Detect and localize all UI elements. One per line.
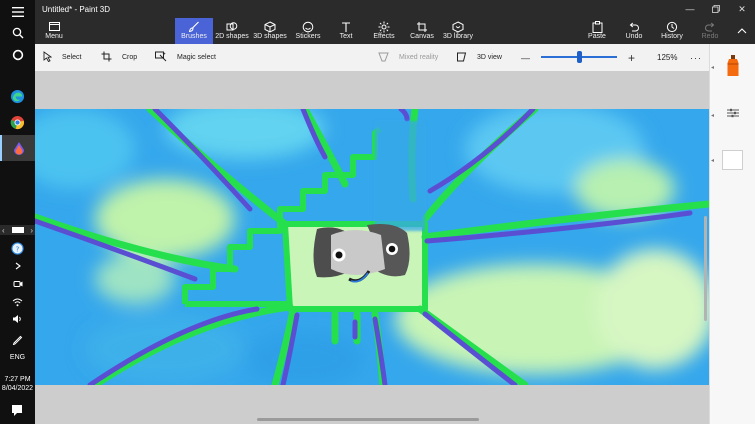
search-icon[interactable] [0, 21, 35, 45]
undo-button[interactable]: Undo [615, 18, 653, 44]
2d-shapes-icon [226, 20, 238, 33]
magic-select-icon [155, 51, 167, 64]
edge-icon[interactable] [0, 84, 35, 108]
taskbar-scroll[interactable]: ‹ › [0, 225, 35, 235]
zoom-in-button[interactable]: + [628, 44, 635, 71]
color-swatch[interactable] [722, 150, 743, 170]
undo-label: Undo [625, 33, 643, 40]
mixed-reality-label: Mixed reality [399, 54, 439, 61]
ribbon-toolbar: Menu Brushes 2D shapes 3D shapes Sticker… [35, 18, 755, 44]
select-button[interactable]: Select [43, 44, 81, 71]
chevron-left-icon[interactable]: ◂ [711, 112, 714, 119]
screen: ‹ › ? ENG 7:27 PM 8/04/2022 2 Untitled* -… [0, 0, 755, 424]
select-label: Select [62, 54, 82, 61]
svg-text:?: ? [16, 244, 20, 253]
close-icon[interactable]: ✕ [729, 0, 755, 18]
text-icon [340, 20, 352, 33]
paste-button[interactable]: Paste [578, 18, 616, 44]
history-button[interactable]: History [653, 18, 691, 44]
crop-label: Crop [122, 54, 138, 61]
redo-icon [704, 20, 716, 33]
input-language[interactable]: ENG [0, 353, 35, 362]
folder-icon [48, 20, 60, 33]
redo-label: Redo [701, 33, 719, 40]
vertical-scrollbar[interactable] [704, 216, 707, 321]
undo-icon [628, 20, 640, 33]
paste-label: Paste [588, 33, 606, 40]
zoom-out-button[interactable]: — [521, 44, 530, 71]
clock-time[interactable]: 7:27 PM [0, 375, 35, 384]
redo-button[interactable]: Redo [691, 18, 729, 44]
zoom-slider-thumb[interactable] [577, 51, 582, 63]
zoom-level[interactable]: 125% [657, 44, 677, 71]
menu-button[interactable]: Menu [35, 18, 73, 44]
3d-view-icon [456, 52, 467, 64]
clipboard-icon [592, 20, 603, 33]
3d-view-toggle[interactable]: 3D view [456, 44, 502, 71]
selection-toolbar: Select Crop Magic select Mixed reality 3… [35, 44, 709, 71]
restore-icon[interactable] [703, 0, 729, 18]
tab-effects-label: Effects [373, 33, 395, 40]
tab-stickers[interactable]: Stickers [289, 18, 327, 44]
paint3d-taskbar-icon[interactable] [0, 135, 35, 161]
chevron-up-icon [737, 27, 747, 36]
pen-icon[interactable] [0, 327, 35, 351]
paint-bucket-icon[interactable] [723, 54, 743, 78]
tool-sidebar: ◂ ◂ ◂ [709, 44, 755, 424]
mixed-reality-button[interactable]: Mixed reality [378, 44, 438, 71]
history-icon [666, 20, 678, 33]
magic-select-label: Magic select [177, 54, 216, 61]
tab-canvas[interactable]: Canvas [403, 18, 441, 44]
3d-library-icon [452, 20, 464, 33]
tab-brushes-label: Brushes [181, 33, 207, 40]
blue-strip [375, 121, 425, 231]
tab-3d-library[interactable]: 3D library [439, 18, 477, 44]
chevron-left-icon[interactable]: ◂ [711, 157, 714, 164]
effects-icon [378, 20, 390, 33]
tab-3d-shapes-label: 3D shapes [253, 33, 287, 40]
cube-icon [264, 20, 276, 33]
chevron-left-icon[interactable]: ◂ [711, 64, 714, 71]
3d-view-label: 3D view [477, 54, 502, 61]
collapse-ribbon-button[interactable] [729, 18, 755, 44]
tab-canvas-label: Canvas [410, 33, 434, 40]
tab-text[interactable]: Text [327, 18, 365, 44]
tab-stickers-label: Stickers [295, 33, 321, 40]
mixed-reality-icon [378, 52, 389, 64]
tab-effects[interactable]: Effects [365, 18, 403, 44]
canvas-icon [416, 20, 428, 33]
crop-icon [101, 51, 112, 64]
notification-count: 2 [19, 409, 23, 415]
window-title: Untitled* - Paint 3D [42, 4, 111, 14]
tab-3d-library-label: 3D library [443, 33, 473, 40]
windows-taskbar: ‹ › ? ENG 7:27 PM 8/04/2022 2 [0, 0, 35, 424]
minimize-icon[interactable]: — [677, 0, 703, 18]
chrome-icon[interactable] [0, 110, 35, 134]
workspace [35, 71, 709, 424]
crop-button[interactable]: Crop [101, 44, 137, 71]
tab-2d-shapes-label: 2D shapes [215, 33, 249, 40]
notifications-icon[interactable]: 2 [0, 398, 35, 422]
history-label: History [661, 33, 683, 40]
tab-3d-shapes[interactable]: 3D shapes [251, 18, 289, 44]
sticker-icon [302, 20, 314, 33]
character-face [313, 224, 410, 283]
drawing-canvas[interactable] [35, 109, 709, 385]
horizontal-scrollbar[interactable] [257, 418, 479, 421]
menu-label: Menu [45, 33, 63, 40]
cursor-icon [43, 51, 53, 64]
magic-select-button[interactable]: Magic select [155, 44, 216, 71]
title-bar: Untitled* - Paint 3D — ✕ [35, 0, 755, 18]
more-options-button[interactable]: ··· [690, 44, 702, 71]
settings-sliders-icon[interactable] [723, 106, 743, 120]
cortana-icon[interactable] [0, 43, 35, 67]
tab-text-label: Text [339, 33, 353, 40]
clock-date[interactable]: 8/04/2022 [0, 384, 35, 393]
tab-2d-shapes[interactable]: 2D shapes [213, 18, 251, 44]
tab-brushes[interactable]: Brushes [175, 18, 213, 44]
brush-icon [188, 20, 200, 33]
drawing [35, 109, 709, 385]
